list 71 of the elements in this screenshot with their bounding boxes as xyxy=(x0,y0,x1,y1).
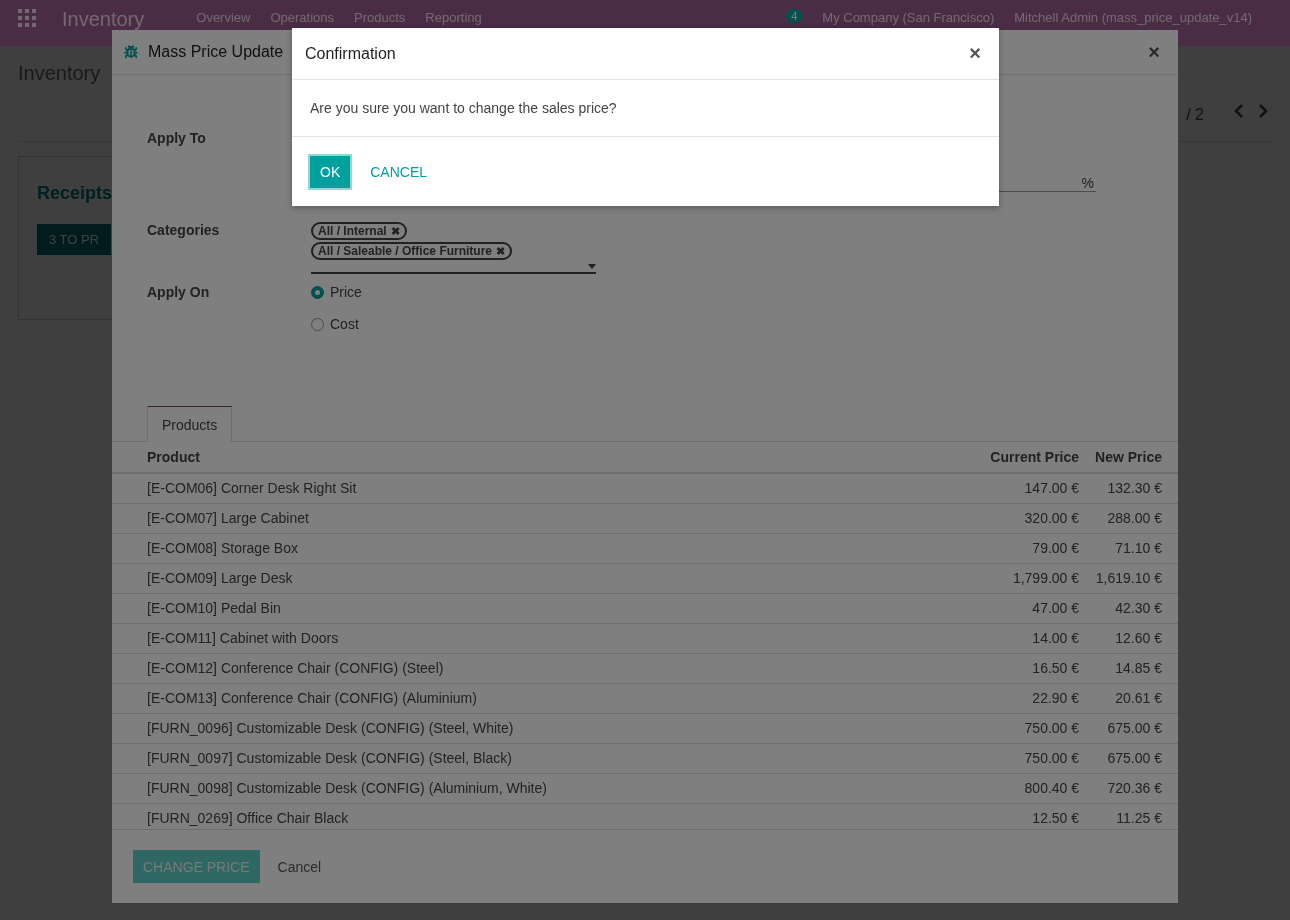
message-count: 4 xyxy=(786,9,803,23)
radio-option[interactable]: Price xyxy=(311,284,362,300)
table-cell: [E-COM11] Cabinet with Doors xyxy=(112,623,991,653)
table-cell: 288.00 € xyxy=(1095,503,1178,533)
table-cell: [E-COM13] Conference Chair (CONFIG) (Aluminium) xyxy=(112,683,991,713)
table-cell: 800.40 € xyxy=(990,773,1096,803)
dialog-title: Mass Price Update xyxy=(148,43,284,61)
table-cell: 132.30 € xyxy=(1095,473,1178,503)
menu-item[interactable]: Operations xyxy=(270,9,335,27)
table-cell: [E-COM10] Pedal Bin xyxy=(112,593,991,623)
dropdown-caret-icon xyxy=(588,263,596,269)
cancel-button[interactable]: Cancel xyxy=(263,858,336,875)
field-label: Apply On xyxy=(147,284,211,302)
table-cell: 12.50 € xyxy=(990,803,1096,829)
apps-grid-icon[interactable] xyxy=(18,9,36,27)
table-cell: 14.00 € xyxy=(990,623,1096,653)
table-cell: 14.85 € xyxy=(1095,653,1178,683)
column-header: Product xyxy=(112,442,991,473)
table-cell: 750.00 € xyxy=(990,713,1096,743)
table-cell: [E-COM12] Conference Chair (CONFIG) (Steel) xyxy=(112,653,991,683)
card-title: Receipts xyxy=(37,183,114,204)
table-cell: 320.00 € xyxy=(990,503,1096,533)
table-cell: [E-COM07] Large Cabinet xyxy=(112,503,991,533)
table-cell: 71.10 € xyxy=(1095,533,1178,563)
table-cell: 1,619.10 € xyxy=(1095,563,1178,593)
table-cell: 12.60 € xyxy=(1095,623,1178,653)
remove-icon[interactable]: ✖ xyxy=(496,244,506,258)
user-menu[interactable]: Mitchell Admin (mass_price_update_v14) xyxy=(1014,9,1252,27)
next-icon[interactable] xyxy=(1258,104,1268,118)
close-button[interactable]: × xyxy=(963,42,987,65)
bug-icon xyxy=(124,45,138,59)
field-label: Categories xyxy=(147,222,221,240)
menu-item[interactable]: Reporting xyxy=(425,9,482,27)
field-label: Apply To xyxy=(147,130,207,148)
table-cell: 42.30 € xyxy=(1095,593,1178,623)
table-cell: [FURN_0269] Office Chair Black xyxy=(112,803,991,829)
table-cell: 47.00 € xyxy=(990,593,1096,623)
table-cell: 675.00 € xyxy=(1095,713,1178,743)
table-cell: 11.25 € xyxy=(1095,803,1178,829)
table-cell: 20.61 € xyxy=(1095,683,1178,713)
table-cell: 79.00 € xyxy=(990,533,1096,563)
menu-item[interactable]: Products xyxy=(354,9,406,27)
table-cell: 750.00 € xyxy=(990,743,1096,773)
app-name: Inventory xyxy=(62,9,145,29)
confirmation-message: Are you sure you want to change the sales price? xyxy=(310,100,617,116)
category-tag: All / Saleable / Office Furniture ✖ xyxy=(311,242,513,260)
table-cell: [FURN_0097] Customizable Desk (CONFIG) (Steel, Black) xyxy=(112,743,991,773)
close-button[interactable]: × xyxy=(1142,40,1166,64)
table-cell: 22.90 € xyxy=(990,683,1096,713)
table-cell: 1,799.00 € xyxy=(990,563,1096,593)
table-cell: [FURN_0098] Customizable Desk (CONFIG) (Aluminium, White) xyxy=(112,773,991,803)
table-cell: [FURN_0096] Customizable Desk (CONFIG) (Steel, White) xyxy=(112,713,991,743)
table-cell: 147.00 € xyxy=(990,473,1096,503)
company-switcher[interactable]: My Company (San Francisco) xyxy=(822,9,995,27)
table-cell: [E-COM06] Corner Desk Right Sit xyxy=(112,473,991,503)
menu-item[interactable]: Overview xyxy=(196,9,251,27)
cancel-button[interactable]: CANCEL xyxy=(356,163,442,180)
table-cell: 675.00 € xyxy=(1095,743,1178,773)
column-header: Current Price xyxy=(990,442,1096,473)
previous-icon[interactable] xyxy=(1234,104,1244,118)
radio-option[interactable]: Cost xyxy=(311,316,359,332)
table-cell: 720.36 € xyxy=(1095,773,1178,803)
table-cell: 16.50 € xyxy=(990,653,1096,683)
table-cell: [E-COM08] Storage Box xyxy=(112,533,991,563)
tab[interactable]: Products xyxy=(147,406,233,442)
column-header: New Price xyxy=(1095,442,1178,473)
remove-icon[interactable]: ✖ xyxy=(390,224,400,238)
category-tag: All / Internal ✖ xyxy=(311,222,407,240)
dialog-title: Confirmation xyxy=(305,44,396,63)
ok-button[interactable]: OK xyxy=(308,153,353,190)
table-cell: [E-COM09] Large Desk xyxy=(112,563,991,593)
